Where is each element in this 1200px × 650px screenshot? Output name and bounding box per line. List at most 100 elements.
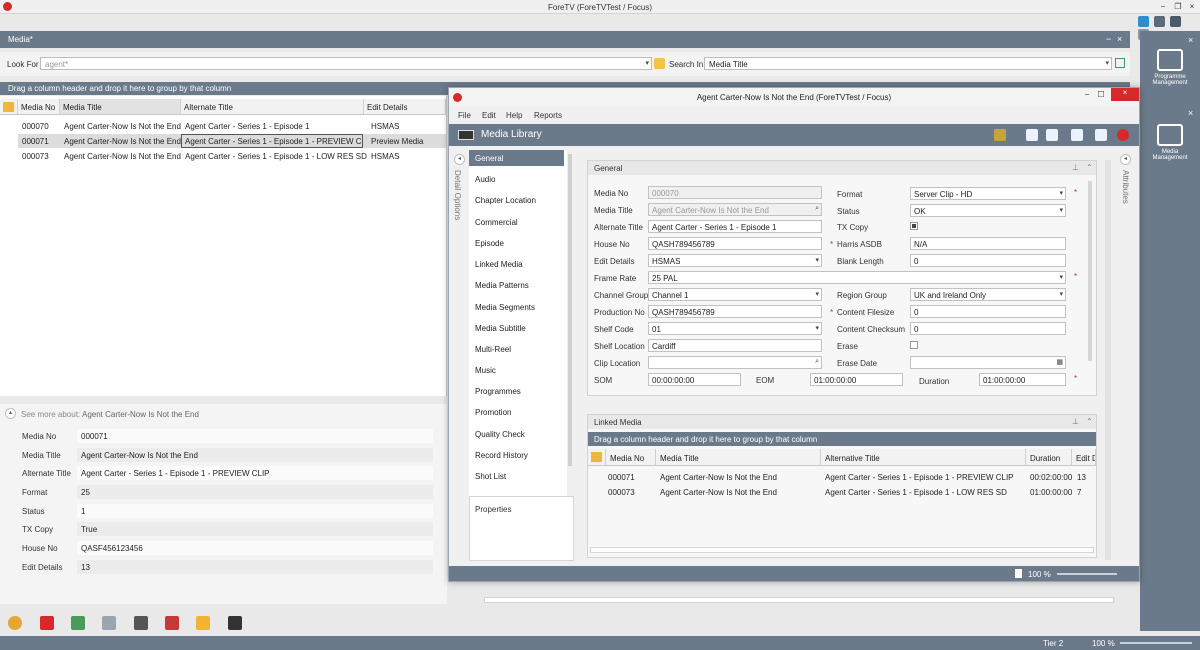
close-icon[interactable]: × xyxy=(1111,88,1139,101)
tx-copy-checkbox[interactable] xyxy=(910,222,918,230)
media-title-field[interactable]: Agent Carter-Now Is Not the End ⌕ xyxy=(648,203,822,216)
erase-date-field[interactable]: ▦ xyxy=(910,356,1066,369)
media-no-field[interactable]: 000070 xyxy=(648,186,822,199)
search-icon[interactable]: ⌕ xyxy=(815,205,819,213)
save-all-icon[interactable] xyxy=(1046,129,1058,141)
nav-scrollbar[interactable] xyxy=(568,154,572,466)
region-group-select[interactable]: UK and Ireland Only ▾ xyxy=(910,288,1066,301)
minimize-icon[interactable]: − xyxy=(1081,90,1093,100)
media-management-button[interactable]: Media Management xyxy=(1145,116,1195,176)
help-icon[interactable] xyxy=(1138,16,1149,27)
nav-music[interactable]: Music xyxy=(469,362,564,378)
chevron-down-icon[interactable]: ▾ xyxy=(1059,290,1063,298)
stack-icon[interactable] xyxy=(71,616,85,630)
nav-linked-media[interactable]: Linked Media xyxy=(469,256,564,272)
view-icon[interactable] xyxy=(1170,16,1182,27)
chevron-down-icon[interactable]: ▾ xyxy=(815,324,819,332)
chevron-down-icon[interactable]: ▾ xyxy=(1059,206,1063,214)
nav-shot-list[interactable]: Shot List xyxy=(469,468,564,484)
chevron-down-icon[interactable]: ▾ xyxy=(1059,189,1063,197)
nav-multi-reel[interactable]: Multi-Reel xyxy=(469,341,564,357)
collapse-left-icon[interactable]: ◂ xyxy=(454,154,465,165)
search-in-select[interactable]: Media Title ▾ xyxy=(704,57,1112,70)
edit-details-select[interactable]: HSMAS ▾ xyxy=(648,254,822,267)
clip-location-field[interactable]: ⌕ xyxy=(648,356,822,369)
delete-icon[interactable] xyxy=(40,616,54,630)
nav-record-history[interactable]: Record History xyxy=(469,447,564,463)
nav-chapter-location[interactable]: Chapter Location xyxy=(469,192,564,208)
close-record-icon[interactable] xyxy=(1117,129,1129,141)
collapse-icon[interactable]: ⌃ xyxy=(1086,163,1093,172)
nav-quality-check[interactable]: Quality Check xyxy=(469,426,564,442)
zoom-slider[interactable] xyxy=(1120,642,1192,644)
menu-edit[interactable]: Edit xyxy=(482,111,496,120)
chevron-down-icon[interactable]: ▾ xyxy=(1105,59,1109,67)
panel-minimize-button[interactable]: − xyxy=(1106,34,1111,44)
nav-media-subtitle[interactable]: Media Subtitle xyxy=(469,320,564,336)
child-zoom-slider[interactable] xyxy=(1057,573,1117,575)
column-alternate-title[interactable]: Alternate Title xyxy=(181,99,364,115)
restore-icon[interactable]: ❐ xyxy=(1172,2,1184,12)
som-field[interactable]: 00:00:00:00 xyxy=(648,373,741,386)
nav-programmes[interactable]: Programmes xyxy=(469,383,564,399)
attributes-tab[interactable]: Attributes xyxy=(1121,170,1130,204)
table-row[interactable]: 000070 Agent Carter-Now Is Not the End A… xyxy=(18,119,446,133)
column-media-title[interactable]: Media Title xyxy=(60,99,181,115)
alt-title-field[interactable]: Agent Carter - Series 1 - Episode 1 xyxy=(648,220,822,233)
panel-close-button[interactable]: × xyxy=(1117,34,1122,44)
copy-icon[interactable] xyxy=(1071,129,1083,141)
chevron-down-icon[interactable]: ▾ xyxy=(815,256,819,264)
table-row[interactable]: 000073 Agent Carter-Now Is Not the End A… xyxy=(18,149,446,163)
traffic-light-icon[interactable] xyxy=(134,616,148,630)
horizontal-scrollbar[interactable] xyxy=(484,597,1114,603)
link-icon[interactable] xyxy=(8,616,22,630)
schedule-icon[interactable] xyxy=(102,616,116,630)
search-icon[interactable]: ⌕ xyxy=(815,358,819,366)
report-icon[interactable] xyxy=(994,129,1006,141)
pin-icon[interactable]: ⊥ xyxy=(1072,417,1079,426)
close-icon[interactable]: × xyxy=(1186,2,1198,12)
details-scrollbar[interactable] xyxy=(1105,160,1111,560)
look-for-input[interactable]: agent* ▾ xyxy=(40,57,652,70)
shelf-location-field[interactable]: Cardiff xyxy=(648,339,822,352)
channel-group-select[interactable]: Channel 1 ▾ xyxy=(648,288,822,301)
pin-icon[interactable]: ⊥ xyxy=(1072,163,1079,172)
linked-column-media-title[interactable]: Media Title xyxy=(656,449,821,466)
nav-episode[interactable]: Episode xyxy=(469,235,564,251)
frame-rate-select[interactable]: 25 PAL ▾ xyxy=(648,271,1066,284)
media-icon[interactable] xyxy=(228,616,242,630)
column-media-no[interactable]: Media No xyxy=(18,99,60,115)
linked-column-media-no[interactable]: Media No xyxy=(606,449,656,466)
programme-management-button[interactable]: Programme Management xyxy=(1145,41,1195,101)
linked-group-bar[interactable]: Drag a column header and drop it here to… xyxy=(588,432,1096,446)
column-edit-details[interactable]: Edit Details xyxy=(364,99,446,115)
monitor-icon[interactable] xyxy=(1154,16,1166,27)
nav-commercial[interactable]: Commercial xyxy=(469,214,564,230)
chevron-down-icon[interactable]: ▾ xyxy=(645,59,649,67)
collapse-right-icon[interactable]: ◂ xyxy=(1120,154,1131,165)
linked-horizontal-scrollbar[interactable] xyxy=(590,547,1094,553)
nav-media-patterns[interactable]: Media Patterns xyxy=(469,277,564,293)
linked-column-duration[interactable]: Duration xyxy=(1026,449,1072,466)
grid-options-icon[interactable] xyxy=(588,449,606,466)
production-no-field[interactable]: QASH789456789 xyxy=(648,305,822,318)
house-no-field[interactable]: QASH789456789 xyxy=(648,237,822,250)
status-select[interactable]: OK ▾ xyxy=(910,204,1066,217)
general-scrollbar[interactable] xyxy=(1088,181,1092,361)
linked-column-alternative-title[interactable]: Alternative Title xyxy=(821,449,1026,466)
linked-row[interactable]: 000073 Agent Carter-Now Is Not the End A… xyxy=(606,485,1096,499)
menu-file[interactable]: File xyxy=(458,111,471,120)
detail-options-tab[interactable]: Detail Options xyxy=(453,170,462,220)
eom-field[interactable]: 01:00:00:00 xyxy=(810,373,903,386)
chevron-down-icon[interactable]: ▾ xyxy=(1059,273,1063,281)
linked-column-edit-details[interactable]: Edit D xyxy=(1072,449,1096,466)
discard-icon[interactable] xyxy=(1095,129,1107,141)
search-icon[interactable] xyxy=(654,58,665,69)
nav-promotion[interactable]: Promotion xyxy=(469,404,564,420)
menu-reports[interactable]: Reports xyxy=(534,111,562,120)
blank-length-field[interactable]: 0 xyxy=(910,254,1066,267)
nav-media-segments[interactable]: Media Segments xyxy=(469,299,564,315)
collapse-icon[interactable]: ⌃ xyxy=(1086,417,1093,426)
calendar-icon[interactable]: ▦ xyxy=(1056,358,1063,366)
nav-general[interactable]: General xyxy=(469,150,564,166)
